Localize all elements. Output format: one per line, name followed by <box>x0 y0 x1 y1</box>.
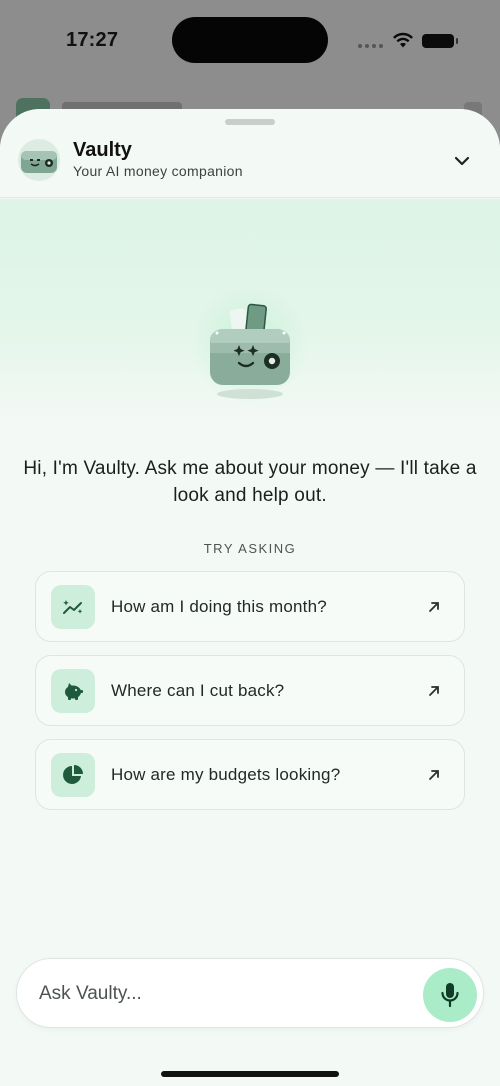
suggestion-icon-wrap <box>51 668 95 713</box>
message-composer <box>16 958 484 1028</box>
pie-chart-icon <box>63 764 83 784</box>
cellular-signal-icon <box>358 44 383 48</box>
collapse-sheet-button[interactable] <box>448 147 476 175</box>
assistant-subtitle: Your AI money companion <box>73 163 243 179</box>
vaulty-mascot-illustration <box>210 303 290 399</box>
suggestions-label: TRY ASKING <box>203 541 297 556</box>
suggestion-icon-wrap <box>51 584 95 629</box>
arrow-up-right-icon <box>424 765 444 785</box>
status-time: 17:27 <box>66 29 119 51</box>
piggy-bank-icon <box>65 682 83 700</box>
sheet-header: Vaulty Your AI money companion <box>0 109 500 198</box>
chevron-down-icon <box>454 156 470 166</box>
assistant-title: Vaulty <box>73 139 132 161</box>
vaulty-mascot-icon <box>21 151 57 173</box>
wifi-icon <box>393 32 413 48</box>
suggestion-text: How are my budgets looking? <box>111 764 341 784</box>
suggestion-card[interactable]: How am I doing this month? <box>35 571 465 642</box>
intro-message: Hi, I'm Vaulty. Ask me about your money … <box>23 458 477 506</box>
arrow-up-right-icon <box>424 681 444 701</box>
suggestion-card[interactable]: Where can I cut back? <box>35 655 465 726</box>
trend-sparkle-icon <box>63 599 83 614</box>
suggestion-icon-wrap <box>51 752 95 797</box>
home-indicator[interactable] <box>161 1071 339 1077</box>
ask-input[interactable] <box>39 977 409 1011</box>
status-bar: 17:27 <box>0 0 500 82</box>
vaulty-avatar <box>18 139 60 181</box>
arrow-up-right-icon <box>424 597 444 617</box>
suggestion-text: Where can I cut back? <box>111 680 285 700</box>
assistant-sheet: Vaulty Your AI money companion Hi, I'm V… <box>0 109 500 1086</box>
microphone-icon <box>441 983 459 1008</box>
battery-icon <box>422 34 458 48</box>
dynamic-island <box>172 17 328 63</box>
suggestion-card[interactable]: How are my budgets looking? <box>35 739 465 810</box>
sheet-grabber[interactable] <box>225 119 275 125</box>
suggestion-text: How am I doing this month? <box>111 596 327 616</box>
voice-input-button[interactable] <box>423 968 477 1022</box>
